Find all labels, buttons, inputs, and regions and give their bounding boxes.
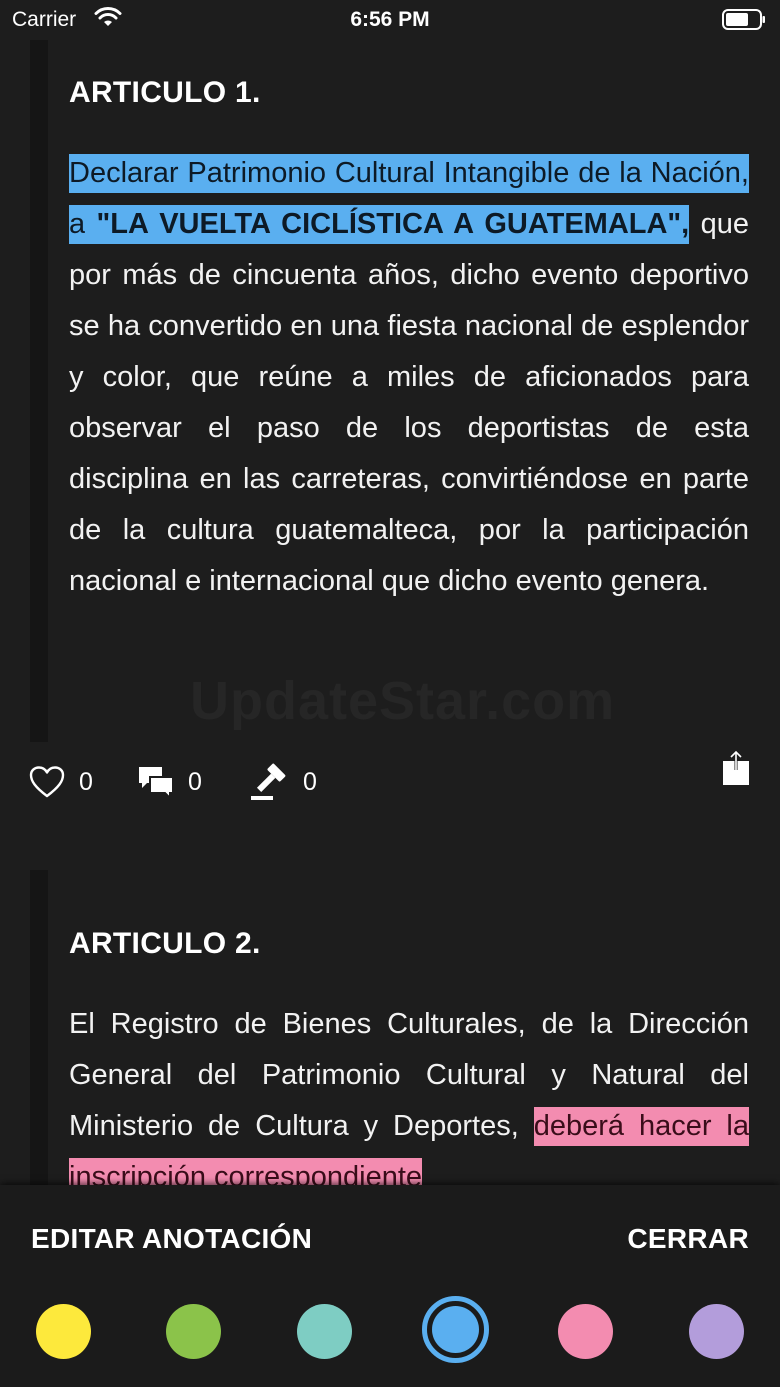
votes-button[interactable]: 0 [249,762,317,802]
watermark: UpdateStar.com [190,671,616,731]
screen: Carrier 6:56 PM ARTICULO 1. Declarar Pat… [0,0,780,1387]
share-icon[interactable] [722,750,750,786]
vote-count: 0 [303,767,317,796]
color-swatch-pink[interactable] [558,1304,613,1359]
color-swatch-teal[interactable] [297,1304,352,1359]
article-body[interactable]: El Registro de Bienes Culturales, de la … [69,999,749,1185]
comments-button[interactable]: 0 [138,762,202,802]
article-margin-bar [30,870,48,1185]
article-body[interactable]: Declarar Patrimonio Cultural Intangible … [69,148,749,607]
article-actions: 0 0 0 [0,746,780,816]
gavel-icon [251,763,286,800]
document-content[interactable]: ARTICULO 1. Declarar Patrimonio Cultural… [0,40,780,1185]
like-count: 0 [79,767,93,796]
article-title: ARTICULO 2. [69,927,261,960]
article-margin-bar [30,40,48,742]
like-button[interactable]: 0 [29,762,93,802]
comment-count: 0 [188,767,202,796]
status-bar: Carrier 6:56 PM [0,0,780,40]
annotation-panel: EDITAR ANOTACIÓN CERRAR [0,1185,780,1387]
article-text: que por más de cincuenta años, dicho eve… [69,208,749,597]
color-swatch-green[interactable] [166,1304,221,1359]
close-button[interactable]: CERRAR [627,1223,749,1255]
color-swatch-purple[interactable] [689,1304,744,1359]
article-title: ARTICULO 1. [69,76,261,109]
comments-icon [139,767,174,799]
edit-annotation-button[interactable]: EDITAR ANOTACIÓN [31,1223,312,1255]
battery-icon [722,9,765,30]
heart-icon [29,766,65,798]
highlight-blue-bold[interactable]: "LA VUELTA CICLÍSTICA A GUATEMALA", [96,205,690,244]
color-swatch-yellow[interactable] [36,1304,91,1359]
clock: 6:56 PM [350,8,430,31]
color-swatch-blue[interactable] [432,1306,479,1353]
